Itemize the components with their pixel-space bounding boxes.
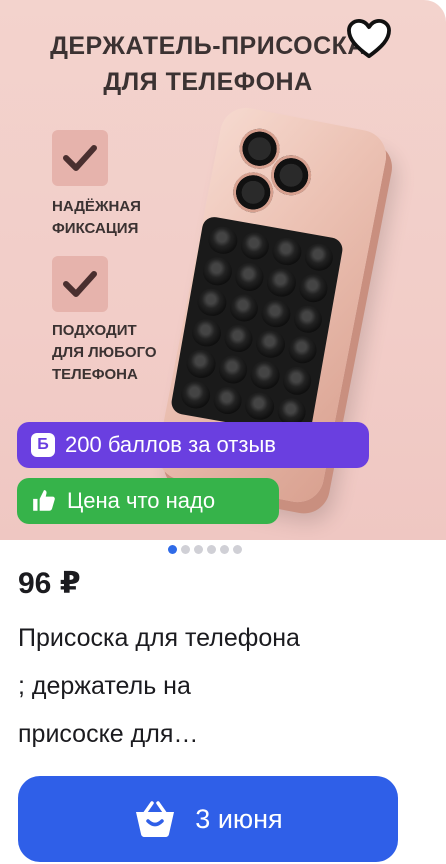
- feature-2-line-3: ТЕЛЕФОНА: [52, 366, 138, 383]
- product-title-line-2: ; держатель на: [18, 672, 191, 700]
- carousel-dot[interactable]: [194, 545, 203, 554]
- carousel-dot[interactable]: [168, 545, 177, 554]
- feature-2-line-1: ПОДХОДИТ: [52, 322, 137, 339]
- check-icon: [52, 130, 108, 186]
- check-icon: [52, 256, 108, 312]
- points-badge[interactable]: Б 200 баллов за отзыв: [17, 422, 369, 468]
- price-badge[interactable]: Цена что надо: [17, 478, 279, 524]
- heart-icon[interactable]: [346, 18, 392, 60]
- thumbs-up-icon: [33, 490, 55, 511]
- product-title[interactable]: Присоска для телефона ; держатель на при…: [18, 614, 398, 758]
- points-icon: Б: [31, 433, 55, 457]
- image-title-line-2: ДЛЯ ТЕЛЕФОНА: [103, 68, 313, 96]
- feature-1-line-1: НАДЁЖНАЯ: [52, 198, 141, 215]
- delivery-date-label: 3 июня: [195, 803, 283, 834]
- basket-icon: [136, 801, 175, 837]
- product-price: 96 ₽: [18, 567, 81, 600]
- carousel-dot[interactable]: [220, 545, 229, 554]
- product-title-line-3: присоске для…: [18, 720, 199, 748]
- price-badge-label: Цена что надо: [67, 488, 216, 513]
- feature-2-line-2: ДЛЯ ЛЮБОГО: [52, 344, 157, 361]
- carousel-dot[interactable]: [181, 545, 190, 554]
- add-to-cart-button[interactable]: 3 июня: [18, 776, 398, 862]
- points-badge-label: 200 баллов за отзыв: [65, 432, 276, 457]
- camera-lens: [229, 168, 277, 216]
- carousel-dot[interactable]: [207, 545, 216, 554]
- product-image[interactable]: ДЕРЖАТЕЛЬ-ПРИСОСКА ДЛЯ ТЕЛЕФОНА НАДЁЖНАЯ…: [0, 0, 446, 540]
- product-title-line-1: Присоска для телефона: [18, 624, 300, 652]
- feature-reliable: НАДЁЖНАЯ ФИКСАЦИЯ: [52, 196, 141, 240]
- carousel-indicator[interactable]: [168, 545, 242, 554]
- feature-universal: ПОДХОДИТ ДЛЯ ЛЮБОГО ТЕЛЕФОНА: [52, 320, 157, 386]
- carousel-dot[interactable]: [233, 545, 242, 554]
- feature-1-line-2: ФИКСАЦИЯ: [52, 220, 139, 237]
